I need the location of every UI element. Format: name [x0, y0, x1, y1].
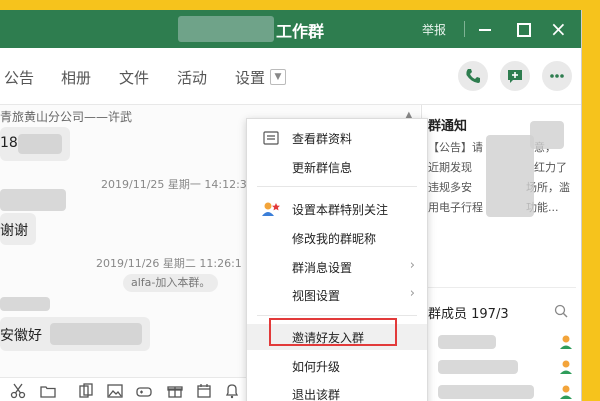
- blurred-notice-content: [530, 121, 564, 149]
- menu-item-view-group-profile[interactable]: 查看群资料: [247, 125, 427, 151]
- menu-item-special-follow[interactable]: 设置本群特别关注: [247, 196, 427, 222]
- tab-files[interactable]: 文件: [119, 67, 149, 88]
- message-bubble[interactable]: 18: [0, 127, 70, 161]
- settings-chevron-down-icon[interactable]: ▼: [270, 69, 286, 85]
- folder-icon[interactable]: [40, 383, 56, 399]
- message-timestamp: 2019/11/25 星期一 14:12:38: [101, 178, 254, 191]
- menu-item-label: 视图设置: [292, 289, 341, 303]
- menu-item-edit-nickname[interactable]: 修改我的群昵称: [247, 225, 427, 251]
- menu-item-update-group-info[interactable]: 更新群信息: [247, 154, 427, 180]
- menu-divider: [257, 186, 417, 187]
- member-row[interactable]: [428, 358, 578, 378]
- message-bubble[interactable]: 安徽好: [0, 317, 150, 351]
- bell-icon[interactable]: [224, 383, 240, 399]
- menu-divider: [257, 315, 417, 316]
- notice-line-tail: 红力了: [534, 161, 567, 174]
- menu-item-label: 设置本群特别关注: [292, 203, 389, 217]
- qq-group-window: 工作群 举报 × 公告 相册 文件 活动 设置 ▼ 青旅黄山分公司——许武 ▲ …: [0, 10, 582, 401]
- message-timestamp: 2019/11/26 星期二 11:26:1: [96, 257, 242, 270]
- member-row[interactable]: [428, 383, 578, 401]
- member-avatar-icon: [560, 360, 572, 374]
- profile-card-icon: [263, 131, 279, 145]
- special-follow-icon: [262, 202, 280, 216]
- calendar-icon[interactable]: [196, 383, 212, 399]
- chat-plus-icon: [508, 70, 522, 83]
- tab-album[interactable]: 相册: [61, 67, 91, 88]
- group-members-count[interactable]: 群成员 197/3: [428, 303, 509, 322]
- highlight-annotation-box: [269, 318, 397, 346]
- maximize-button[interactable]: [513, 18, 535, 40]
- menu-item-label: 群消息设置: [292, 261, 353, 275]
- more-options-button[interactable]: [542, 61, 572, 91]
- blurred-group-name: [178, 16, 274, 42]
- menu-item-label: 查看群资料: [292, 132, 353, 146]
- menu-item-view-settings[interactable]: 视图设置 ›: [247, 282, 427, 308]
- add-message-button[interactable]: [500, 61, 530, 91]
- blurred-sender-name: [0, 297, 50, 311]
- tab-bar: 公告 相册 文件 活动 设置 ▼: [0, 48, 581, 105]
- title-bar: 工作群 举报 ×: [0, 10, 581, 48]
- system-notice: alfa-加入本群。: [123, 274, 219, 292]
- blurred-member-name: [438, 385, 534, 399]
- blurred-content: [50, 323, 142, 345]
- scissors-icon[interactable]: [10, 383, 26, 399]
- minimize-button[interactable]: [475, 18, 497, 40]
- close-button[interactable]: ×: [548, 18, 570, 40]
- notice-line: 近期发现: [428, 161, 472, 174]
- blurred-member-name: [438, 360, 518, 374]
- group-notice-title: 群通知: [428, 119, 468, 134]
- member-row[interactable]: [428, 333, 578, 353]
- tab-announcement[interactable]: 公告: [4, 67, 34, 88]
- menu-item-label: 修改我的群昵称: [292, 232, 377, 246]
- message-text: 安徽好: [0, 328, 42, 344]
- message-text: 谢谢: [0, 223, 28, 239]
- title-divider: [464, 21, 465, 37]
- phone-icon: [466, 69, 480, 83]
- menu-item-label: 退出该群: [292, 388, 341, 401]
- blurred-content: [18, 134, 62, 154]
- panel-divider: [428, 287, 576, 288]
- tab-activities[interactable]: 活动: [177, 67, 207, 88]
- group-side-panel: 群通知 【公告】请 近期发现 违规多安 用电子行程 意， 红力了 场所，滥 功能…: [421, 105, 581, 401]
- minimize-icon: [479, 29, 491, 31]
- notice-line: 用电子行程: [428, 201, 483, 214]
- member-avatar-icon: [560, 335, 572, 349]
- report-link[interactable]: 举报: [422, 21, 446, 38]
- settings-dropdown-menu: 查看群资料 更新群信息 设置本群特别关注 修改我的群昵称 群消息设置 › 视图设…: [246, 118, 428, 401]
- blurred-avatar-name: [0, 189, 66, 211]
- more-dots-icon: [550, 74, 564, 78]
- menu-item-label: 如何升级: [292, 360, 341, 374]
- blurred-member-name: [438, 335, 496, 349]
- doc-icon[interactable]: [78, 383, 94, 399]
- maximize-icon: [517, 23, 531, 37]
- menu-item-label: 更新群信息: [292, 161, 353, 175]
- member-avatar-icon: [560, 385, 572, 399]
- message-text: 18: [0, 135, 18, 151]
- message-bubble[interactable]: 谢谢: [0, 213, 36, 245]
- game-controller-icon[interactable]: [136, 383, 152, 399]
- chevron-right-icon: ›: [409, 286, 415, 301]
- member-search-icon[interactable]: [554, 304, 568, 318]
- tab-settings[interactable]: 设置: [235, 67, 265, 88]
- window-title: 工作群: [276, 22, 325, 41]
- close-icon: ×: [550, 17, 567, 41]
- voice-call-button[interactable]: [458, 61, 488, 91]
- message-sender-name: 青旅黄山分公司——许武: [0, 110, 133, 124]
- notice-line: 【公告】请: [428, 141, 483, 154]
- menu-item-how-to-upgrade[interactable]: 如何升级: [247, 353, 427, 379]
- notice-line: 违规多安: [428, 181, 472, 194]
- gift-icon[interactable]: [167, 383, 183, 399]
- menu-item-leave-group[interactable]: 退出该群: [247, 381, 427, 401]
- blurred-notice-content: [486, 135, 534, 217]
- chevron-right-icon: ›: [409, 258, 415, 273]
- menu-item-message-settings[interactable]: 群消息设置 ›: [247, 254, 427, 280]
- image-icon[interactable]: [107, 383, 123, 399]
